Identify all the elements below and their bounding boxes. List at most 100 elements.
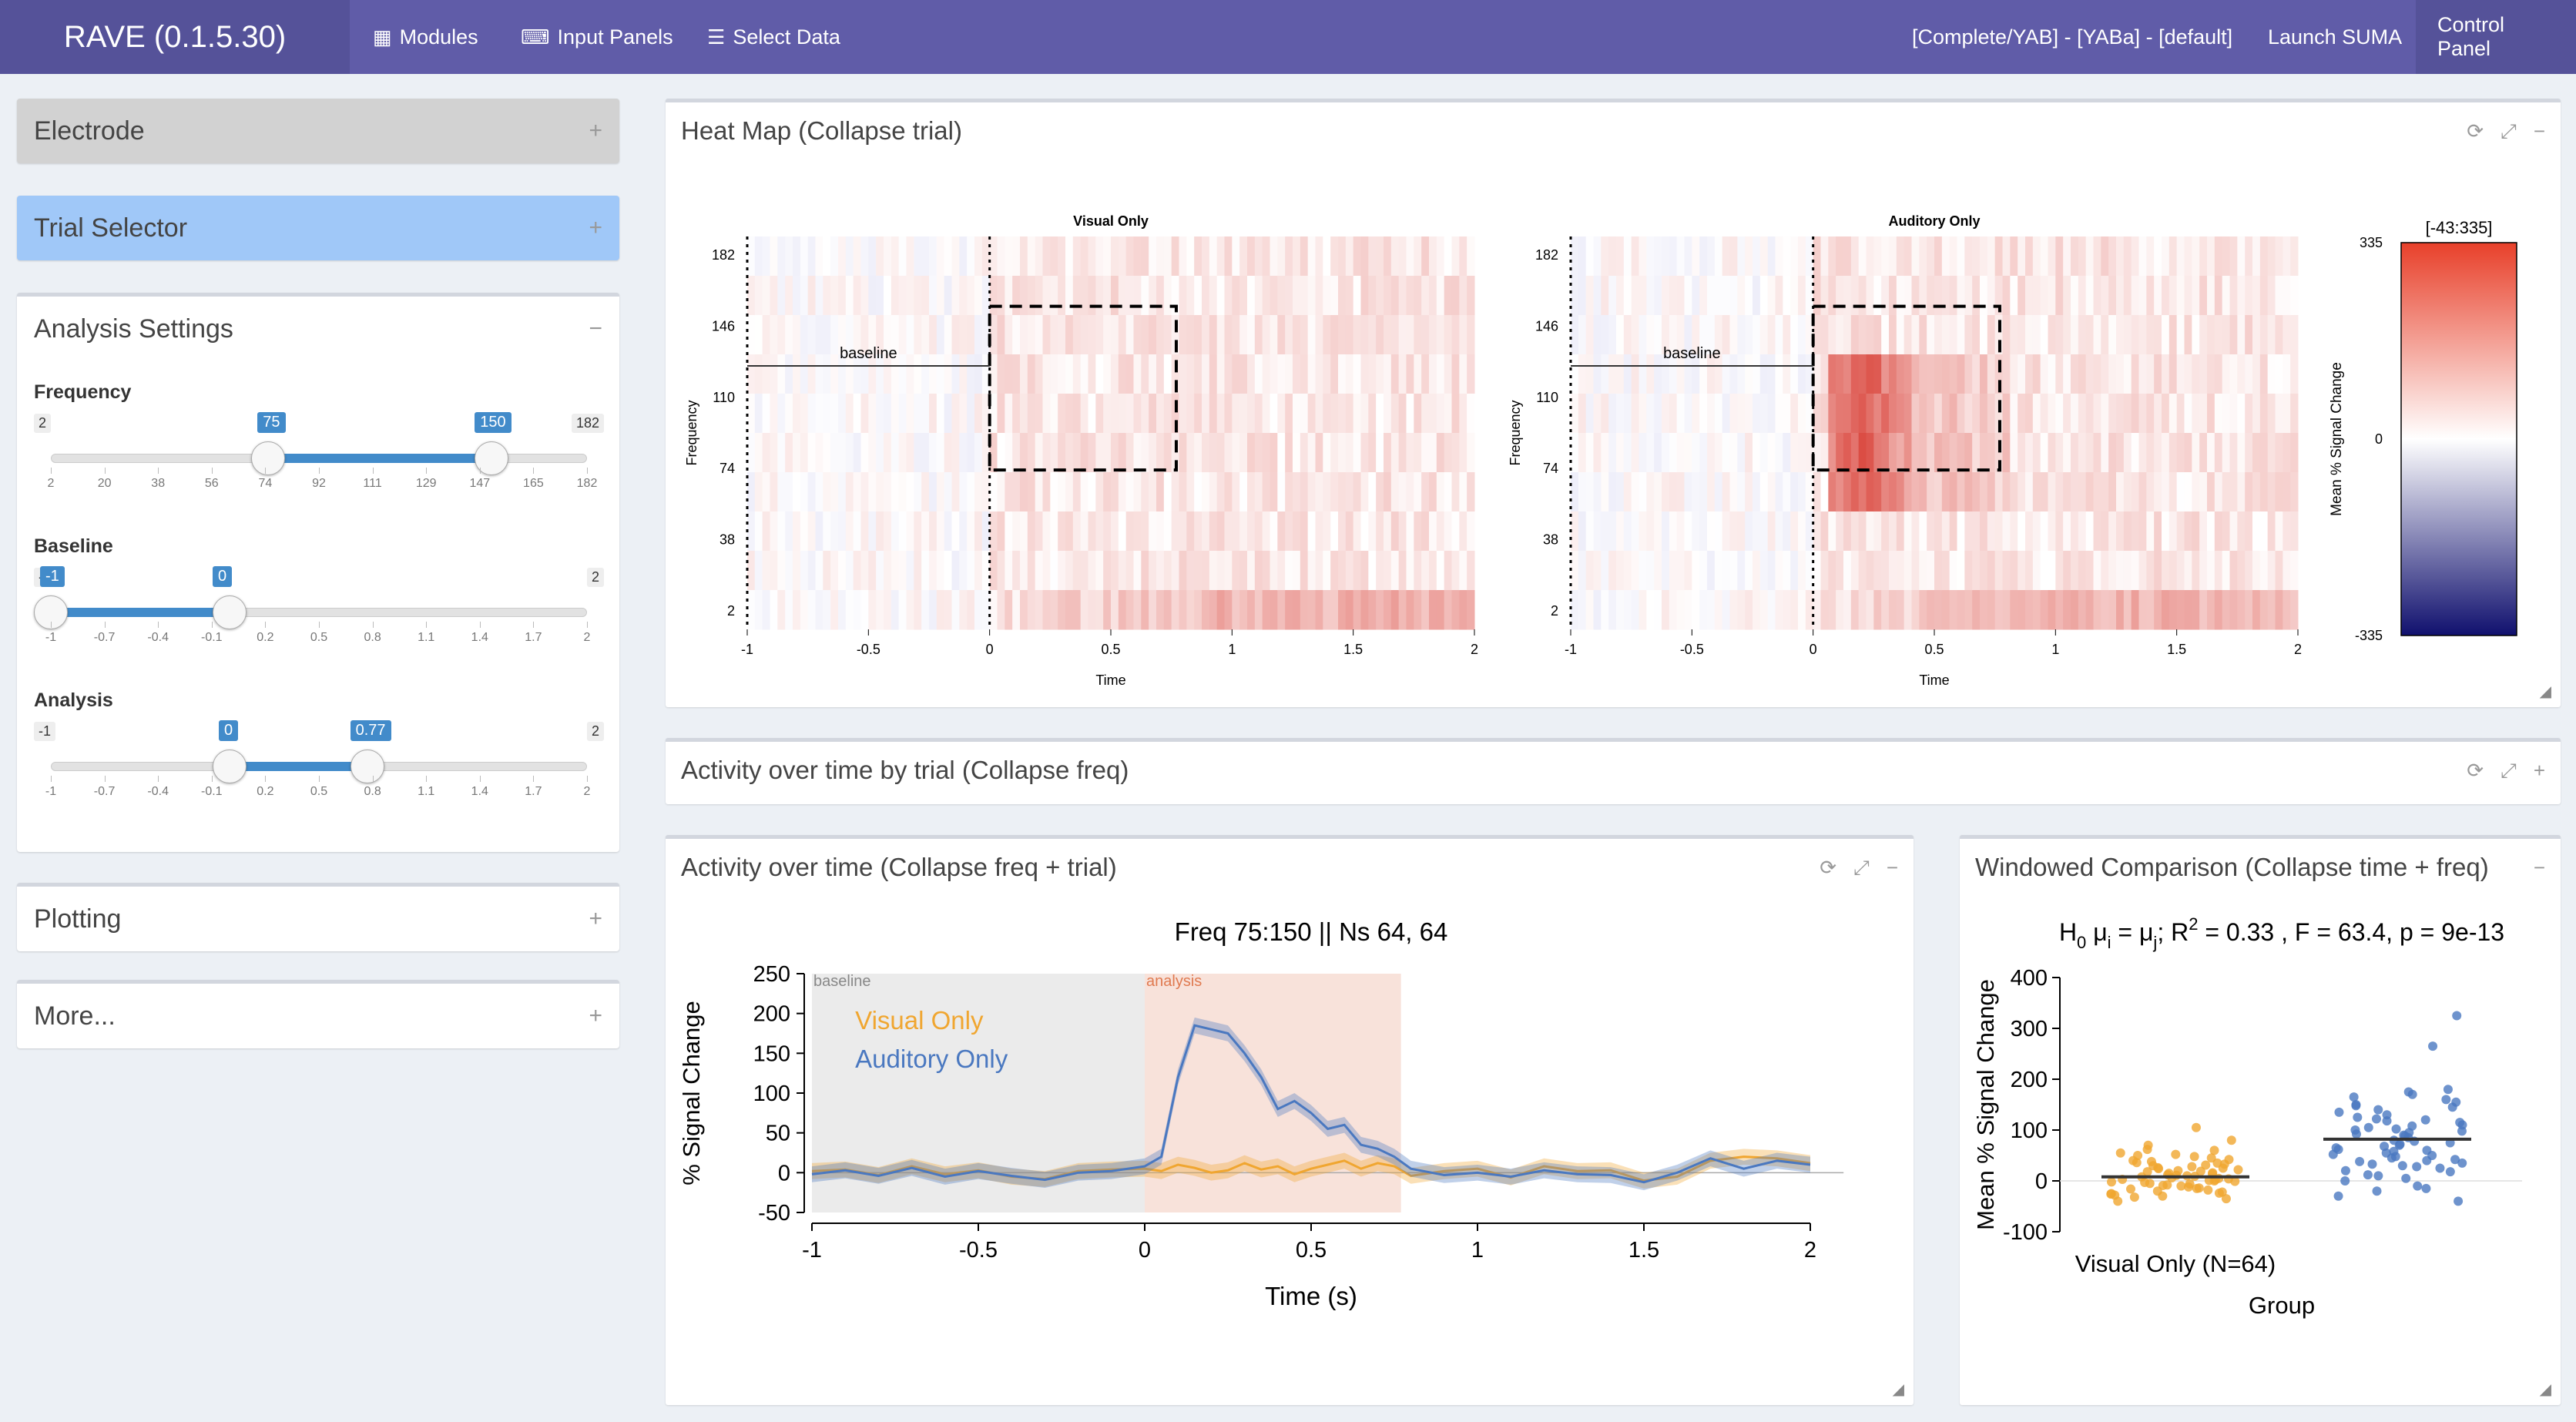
modules-menu[interactable]: ▦ Modules — [373, 0, 478, 74]
slider-tick-label: -0.1 — [201, 631, 223, 644]
heatmap-cell — [974, 315, 983, 355]
plus-icon[interactable]: + — [2534, 759, 2545, 783]
slider-tick-mark — [104, 622, 106, 628]
slider-tick-label: 129 — [415, 477, 437, 490]
heatmap-cell — [1662, 551, 1670, 591]
heatmap-cell — [1881, 590, 1890, 630]
heatmap-cell — [2101, 590, 2109, 630]
frequency-slider[interactable]: Frequency 2 182 75 150 2 20 38 56 74 92 111 129 147 1… — [34, 381, 604, 505]
heatmap-cell — [1639, 551, 1647, 591]
heatmap-cell — [1571, 472, 1579, 512]
heatmap-cell — [1163, 315, 1172, 355]
expand-plus-icon[interactable]: + — [589, 118, 602, 144]
refresh-icon[interactable]: ⟳ — [1820, 856, 1836, 880]
heatmap-cell — [1088, 276, 1096, 316]
heatmap-cell — [1429, 551, 1437, 591]
heatmap-cell — [2025, 276, 2034, 316]
slider-high-handle[interactable] — [350, 750, 384, 783]
launch-suma-button[interactable]: Launch SUMA — [2268, 0, 2402, 74]
project-indicator[interactable]: [Complete/YAB] - [YABa] - [default] — [1912, 0, 2232, 74]
heatmap-cell — [1866, 315, 1874, 355]
colorbar-range-label: [-43:335] — [2426, 218, 2493, 237]
heatmap-cell — [1186, 236, 1195, 277]
baseline-slider[interactable]: Baseline -12-10-1-0.7-0.4-0.10.20.50.81.… — [34, 535, 604, 659]
heatmap-cell — [1163, 394, 1172, 434]
heatmap-cell — [2267, 236, 2276, 277]
heatmap-cell — [2184, 276, 2192, 316]
heatmap-cell — [1889, 236, 1897, 277]
heatmap-cell — [876, 276, 884, 316]
heatmap-cell — [1095, 590, 1104, 630]
heatmap-cell — [1368, 433, 1377, 473]
app-title[interactable]: RAVE (0.1.5.30) — [0, 0, 350, 74]
minus-icon[interactable]: − — [2534, 119, 2545, 144]
resize-handle-icon[interactable]: ◢ — [2540, 682, 2551, 701]
scatter-point — [2171, 1149, 2181, 1159]
heatmap-cell — [1745, 590, 1753, 630]
heatmap-cell — [2131, 551, 2139, 591]
heatmap-cell — [1459, 472, 1467, 512]
more-box[interactable]: More... + — [17, 980, 619, 1048]
trial-selector-box[interactable]: Trial Selector + — [17, 196, 619, 260]
analysis-slider[interactable]: Analysis -1 2 0 0.77 -1 -0.7 -0.4 -0.1 0.2 0.5 0.8… — [34, 689, 604, 813]
resize-handle-icon[interactable]: ◢ — [2540, 1380, 2551, 1399]
heatmap-cell — [2048, 433, 2056, 473]
minus-icon[interactable]: − — [1887, 856, 1898, 880]
heatmap-cell — [838, 236, 847, 277]
expand-plus-icon[interactable]: + — [589, 215, 602, 241]
heatmap-cell — [1163, 590, 1172, 630]
heatmap-cell — [1941, 433, 1950, 473]
heatmap-cell — [1753, 433, 1761, 473]
minus-icon[interactable]: − — [2534, 856, 2545, 880]
heatmap-cell — [1293, 394, 1301, 434]
heatmap-cell — [2184, 315, 2192, 355]
expand-plus-icon[interactable]: + — [589, 1003, 602, 1029]
heatmap-cell — [1277, 354, 1286, 394]
heatmap-cell — [1919, 590, 1927, 630]
heatmap-cell — [2154, 511, 2162, 552]
refresh-icon[interactable]: ⟳ — [2467, 759, 2484, 783]
heatmap-cell — [936, 551, 945, 591]
slider-low-handle[interactable] — [251, 441, 286, 475]
heatmap-cell — [2252, 394, 2261, 434]
title-part: 0 — [2077, 933, 2086, 952]
expand-icon[interactable]: ⤢ — [2501, 119, 2517, 144]
heatmap-cell — [800, 354, 809, 394]
heatmap-cell — [1429, 394, 1437, 434]
resize-handle-icon[interactable]: ◢ — [1893, 1380, 1904, 1399]
heatmap-cell — [1444, 590, 1452, 630]
control-panel-button[interactable]: Control Panel — [2416, 0, 2576, 74]
heatmap-cell — [2101, 315, 2109, 355]
plotting-box[interactable]: Plotting + — [17, 883, 619, 951]
heatmap-cell — [1209, 354, 1218, 394]
heatmap-cell — [800, 590, 809, 630]
heatmap-cell — [1903, 354, 1912, 394]
heatmap-cell — [891, 511, 900, 552]
heatmap-cell — [959, 590, 968, 630]
heatmap-cell — [1783, 315, 1791, 355]
collapse-minus-icon[interactable]: − — [589, 316, 602, 342]
heatmap-cell — [1753, 315, 1761, 355]
heatmap-cell — [1972, 551, 1981, 591]
slider-high-handle[interactable] — [213, 595, 247, 629]
input-panels-menu[interactable]: ⌨ Input Panels — [521, 0, 673, 74]
heatmap-cell — [1065, 276, 1074, 316]
scatter-point — [2353, 1112, 2363, 1122]
heatmap-cell — [1699, 511, 1708, 552]
expand-icon[interactable]: ⤢ — [1853, 856, 1870, 880]
heatmap-cell — [1247, 354, 1256, 394]
windowed-xlabel: Group — [2249, 1292, 2315, 1319]
select-data-menu[interactable]: ☰ Select Data — [707, 0, 840, 74]
slider-low-handle[interactable] — [213, 750, 247, 783]
heatmap-cell — [1616, 315, 1625, 355]
heatmap-cell — [1941, 394, 1950, 434]
heatmap-cell — [944, 276, 952, 316]
refresh-icon[interactable]: ⟳ — [2467, 119, 2484, 144]
electrode-box[interactable]: Electrode + — [17, 99, 619, 163]
heatmap-cell — [1171, 472, 1179, 512]
expand-icon[interactable]: ⤢ — [2501, 759, 2517, 783]
heatmap-cell — [1707, 394, 1716, 434]
heatmap-cell — [2267, 511, 2276, 552]
heatmap-cell — [1209, 472, 1218, 512]
expand-plus-icon[interactable]: + — [589, 906, 602, 932]
